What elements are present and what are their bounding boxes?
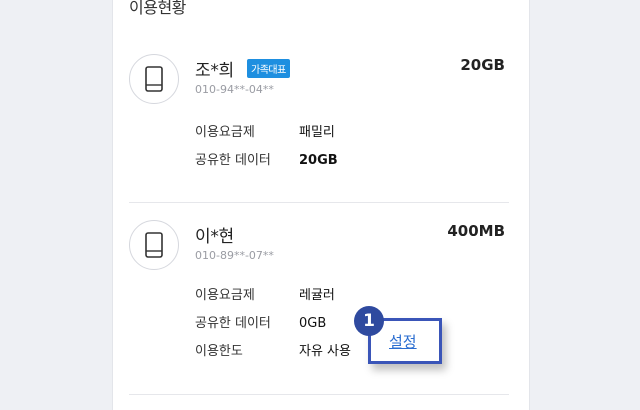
plan-label: 이용요금제 xyxy=(195,125,255,140)
divider xyxy=(129,202,509,203)
shared-data-row: 공유한 데이터 20GB xyxy=(195,149,338,168)
shared-data-value: 0GB xyxy=(299,316,327,331)
plan-value: 패밀리 xyxy=(299,125,335,140)
mobile-phone-icon xyxy=(145,66,163,92)
plan-value: 레귤러 xyxy=(299,288,335,303)
shared-data-label: 공유한 데이터 xyxy=(195,153,271,168)
settings-button-label: 설정 xyxy=(389,333,417,351)
member-name: 조*희 xyxy=(195,61,234,81)
member-name: 이*현 xyxy=(195,227,234,247)
section-title: 이용현황 xyxy=(129,0,186,17)
mobile-phone-icon xyxy=(145,232,163,258)
member-avatar xyxy=(129,220,179,270)
plan-row: 이용요금제 패밀리 xyxy=(195,121,335,140)
usage-limit-value: 자유 사용 xyxy=(299,344,351,359)
member-data-amount: 20GB xyxy=(460,56,505,74)
plan-row: 이용요금제 레귤러 xyxy=(195,284,335,303)
divider xyxy=(129,394,509,395)
family-rep-badge: 가족대표 xyxy=(247,59,290,78)
usage-limit-row: 이용한도 자유 사용 xyxy=(195,340,351,359)
usage-card: 이용현황 조*희 가족대표 010-94**-04** 20GB 이용요금제 패밀… xyxy=(112,0,530,410)
usage-limit-label: 이용한도 xyxy=(195,344,243,359)
shared-data-row: 공유한 데이터 0GB xyxy=(195,312,326,331)
step-marker-badge: 1 xyxy=(354,306,384,336)
member-data-amount: 400MB xyxy=(447,222,505,240)
shared-data-label: 공유한 데이터 xyxy=(195,316,271,331)
member-phone: 010-94**-04** xyxy=(195,83,274,96)
shared-data-value: 20GB xyxy=(299,153,338,168)
member-phone: 010-89**-07** xyxy=(195,249,274,262)
member-avatar xyxy=(129,54,179,104)
plan-label: 이용요금제 xyxy=(195,288,255,303)
